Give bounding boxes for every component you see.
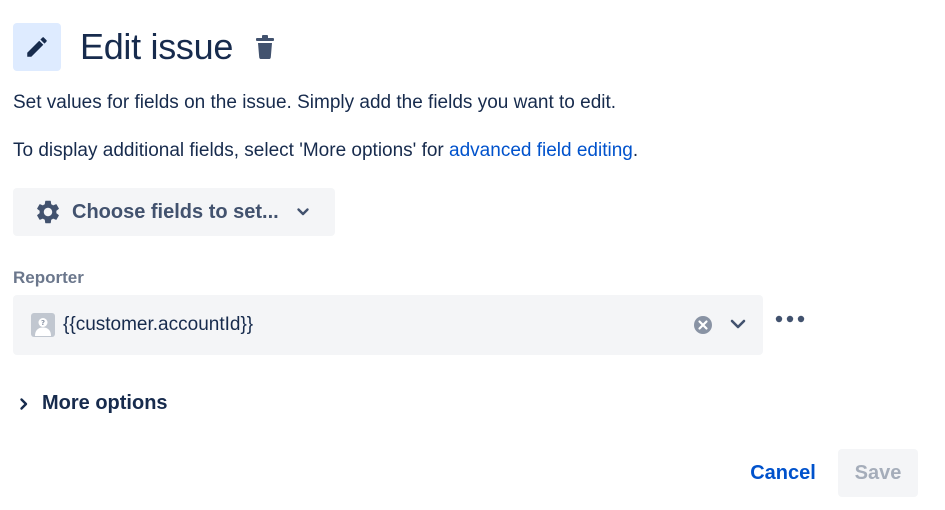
clear-icon[interactable] — [693, 315, 713, 340]
chevron-right-icon — [18, 396, 30, 412]
save-button[interactable]: Save — [838, 449, 918, 497]
more-options-label: More options — [42, 392, 168, 414]
more-options-toggle[interactable]: More options — [18, 392, 168, 415]
trash-icon[interactable] — [253, 34, 277, 60]
user-avatar-icon: ? — [31, 313, 55, 337]
chevron-down-icon — [295, 204, 311, 220]
advanced-field-editing-link[interactable]: advanced field editing — [449, 140, 633, 161]
description-line: Set values for fields on the issue. Simp… — [13, 92, 617, 113]
description-text: To display additional fields, select 'Mo… — [13, 140, 450, 161]
chevron-down-icon[interactable] — [727, 313, 749, 340]
cancel-button[interactable]: Cancel — [740, 449, 826, 497]
edit-issue-panel: Edit issue Set values for fields on the … — [0, 0, 945, 510]
gear-icon — [34, 198, 62, 226]
page-title: Edit issue — [80, 26, 234, 67]
description-line-advanced: To display additional fields, select 'Mo… — [13, 139, 638, 163]
reporter-value: {{customer.accountId}} — [63, 314, 254, 335]
reporter-label: Reporter — [13, 268, 84, 287]
description-suffix: . — [632, 140, 639, 161]
choose-fields-label: Choose fields to set... — [72, 200, 279, 223]
pencil-icon — [13, 23, 61, 71]
more-icon[interactable] — [775, 309, 805, 334]
header: Edit issue — [13, 23, 277, 71]
svg-text:?: ? — [41, 319, 45, 327]
reporter-select[interactable]: ? {{customer.accountId}} — [13, 295, 763, 355]
choose-fields-button[interactable]: Choose fields to set... — [13, 188, 335, 236]
